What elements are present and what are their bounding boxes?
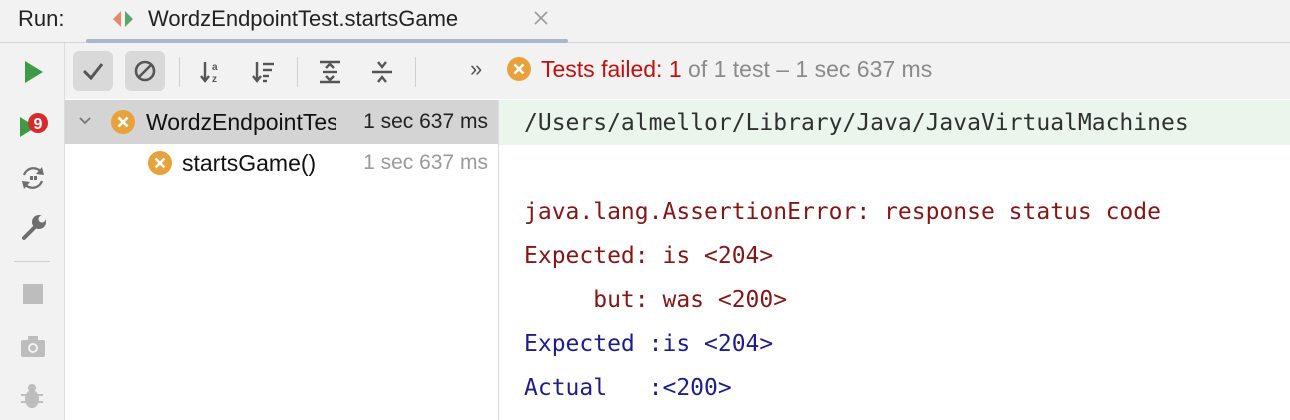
console-line: Expected: is <204> [524, 243, 774, 269]
test-status-summary: Tests failed: 1 of 1 test – 1 sec 637 ms [507, 56, 932, 83]
status-failed-count: Tests failed: 1 [541, 56, 682, 82]
chevron-down-icon[interactable] [77, 113, 93, 129]
tree-node-duration: 1 sec 637 ms [363, 151, 488, 174]
failed-icon [148, 151, 172, 175]
tree-node-test-method[interactable]: startsGame() 1 sec 637 ms [65, 144, 498, 188]
check-icon [82, 63, 104, 81]
collapse-all-icon [372, 61, 392, 83]
failed-icon [111, 110, 135, 134]
status-summary-rest: of 1 test – 1 sec 637 ms [681, 56, 933, 82]
tab-wordz-endpoint-test[interactable]: WordzEndpointTest.startsGame [86, 0, 568, 43]
console-line: Expected :is <204> [524, 331, 774, 357]
collapse-all-button[interactable] [361, 51, 401, 91]
run-button[interactable] [16, 55, 50, 89]
svg-text:z: z [212, 74, 217, 85]
svg-text:a: a [212, 62, 218, 73]
sort-by-duration-button[interactable] [243, 51, 283, 91]
tab-title: WordzEndpointTest.startsGame [148, 6, 459, 31]
sort-alphabetically-button[interactable]: a z [191, 51, 231, 91]
run-side-toolbar: 9 [0, 43, 65, 420]
run-icon [25, 61, 43, 83]
test-tree: WordzEndpointTest 1 sec 637 ms startsGam… [65, 100, 499, 420]
stop-icon [23, 284, 43, 304]
more-actions-chevron[interactable]: » [470, 56, 482, 82]
svg-text:9: 9 [34, 116, 43, 133]
tree-node-test-class[interactable]: WordzEndpointTest 1 sec 637 ms [65, 100, 498, 144]
console-line: java.lang.AssertionError: response statu… [524, 199, 1161, 225]
rerun-failed-icon: 9 [20, 113, 48, 137]
expand-all-icon [320, 60, 340, 84]
expand-all-button[interactable] [309, 51, 349, 91]
tree-node-label: startsGame() [182, 150, 317, 176]
console-line: but: was <200> [524, 287, 788, 313]
toolbar-separator [297, 57, 298, 87]
tree-node-label: WordzEndpointTest [146, 109, 336, 135]
rerun-failed-button[interactable]: 9 [16, 109, 50, 143]
test-run-icon [112, 9, 134, 29]
sort-duration-icon [252, 62, 274, 83]
show-ignored-button[interactable] [125, 51, 165, 91]
bug-icon [21, 384, 43, 408]
settings-button[interactable] [16, 211, 50, 245]
wrench-icon [22, 215, 46, 240]
failed-icon [507, 57, 531, 81]
toggle-auto-test-icon [22, 167, 44, 189]
sort-alpha-icon: a z [200, 62, 218, 85]
toolbar-separator [415, 57, 416, 87]
toolbar-separator [14, 261, 50, 262]
run-label: Run: [18, 6, 65, 31]
screenshot-button[interactable] [16, 329, 50, 363]
close-icon[interactable] [532, 9, 550, 27]
run-tab-bar: Run: WordzEndpointTest.startsGame [0, 0, 1290, 43]
console-line: Actual :<200> [524, 375, 732, 401]
stop-button[interactable] [16, 277, 50, 311]
toggle-auto-test-button[interactable] [16, 161, 50, 195]
show-passed-button[interactable] [73, 51, 113, 91]
camera-icon [21, 336, 45, 357]
test-results-toolbar: a z » Tests failed: 1 of 1 test – 1 sec … [65, 43, 1290, 99]
toolbar-separator [179, 57, 180, 87]
debug-button[interactable] [16, 379, 50, 413]
console-output[interactable]: /Users/almellor/Library/Java/JavaVirtual… [499, 100, 1290, 420]
console-line: /Users/almellor/Library/Java/JavaVirtual… [524, 110, 1189, 136]
tree-node-duration: 1 sec 637 ms [363, 110, 488, 133]
ignored-icon [134, 60, 156, 82]
